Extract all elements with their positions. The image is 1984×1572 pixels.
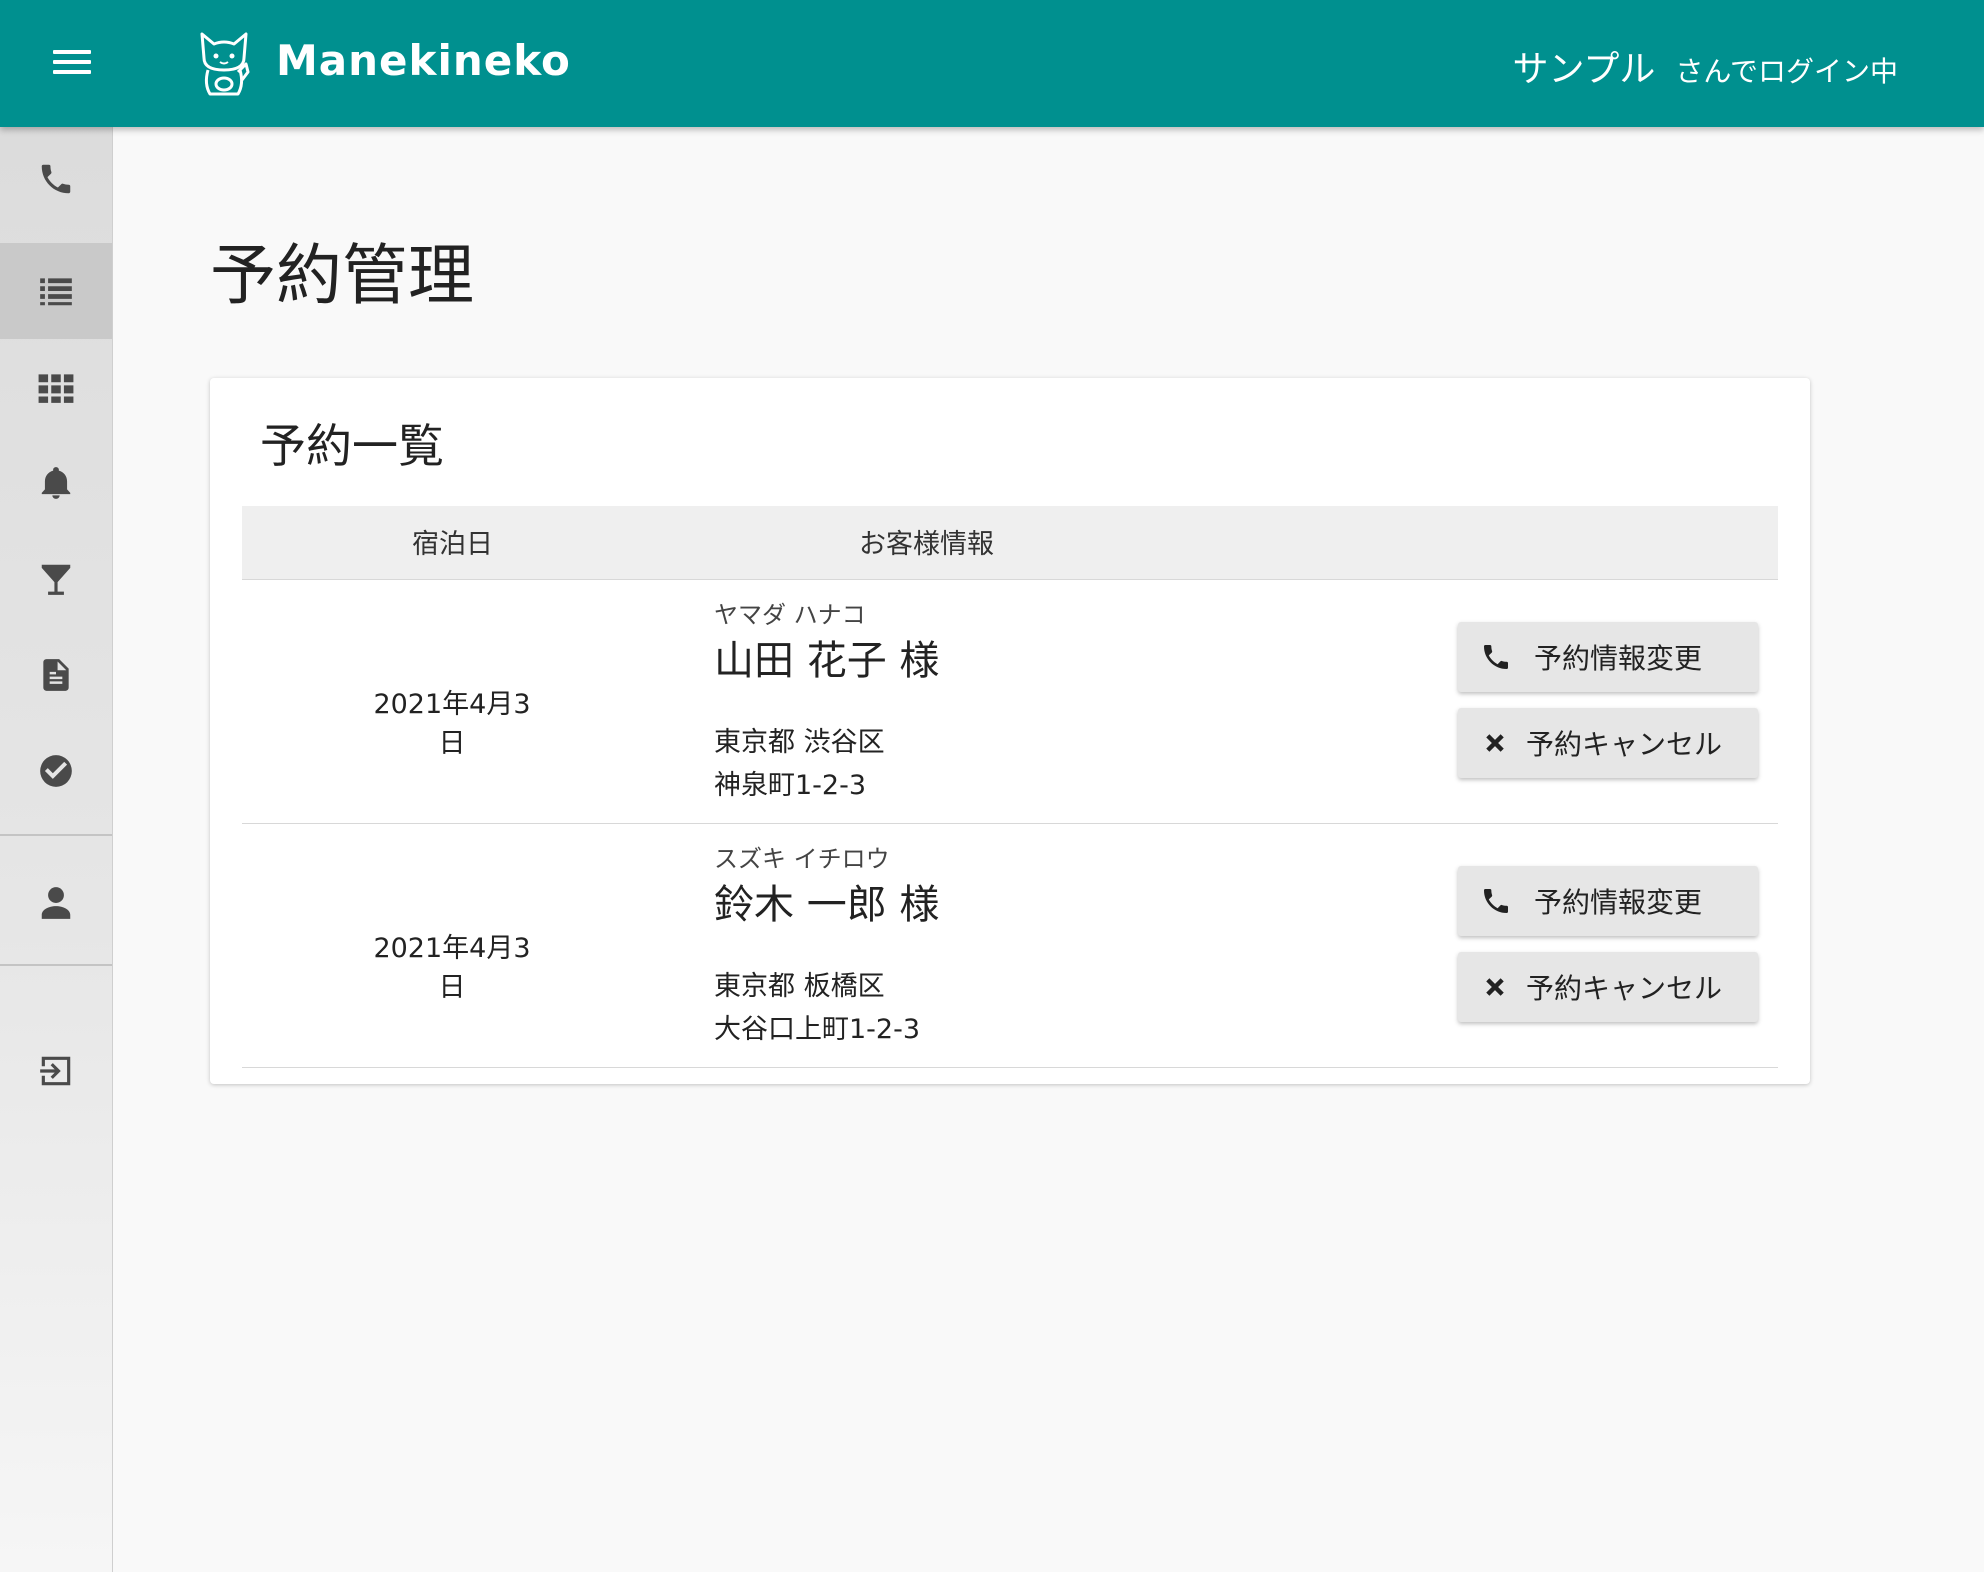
- card-title: 予約一覧: [260, 419, 444, 473]
- maneki-neko-logo-icon: [200, 32, 250, 96]
- brand-name[interactable]: Manekineko: [276, 36, 571, 85]
- guest-name: 鈴木 一郎 様: [714, 882, 940, 928]
- sidebar-item-list[interactable]: [0, 243, 112, 339]
- document-icon: [43, 659, 69, 691]
- phone-icon: [41, 164, 71, 194]
- cocktail-icon: [41, 564, 71, 595]
- logout-icon: [40, 1056, 71, 1086]
- guest-name-kana: スズキ イチロウ: [714, 845, 890, 873]
- user-icon: [41, 887, 71, 919]
- sidebar-divider: [0, 834, 112, 836]
- cancel-reservation-button[interactable]: 予約キャンセル: [1458, 952, 1758, 1022]
- app-bar: Manekineko サンプル さんでログイン中: [0, 0, 1984, 127]
- close-icon: [1486, 734, 1504, 752]
- bell-icon: [41, 467, 71, 499]
- change-reservation-label: 予約情報変更: [1534, 886, 1703, 919]
- sidebar-item-grid[interactable]: [0, 339, 112, 435]
- guest-name-kana: ヤマダ ハナコ: [714, 601, 866, 629]
- sidebar-item-account[interactable]: [0, 855, 112, 951]
- login-suffix: さんでログイン中: [1675, 55, 1898, 88]
- menu-icon[interactable]: [46, 44, 98, 84]
- cancel-reservation-button[interactable]: 予約キャンセル: [1458, 708, 1758, 778]
- reservation-list-card: 予約一覧 宿泊日 お客様情報 2021年4月3日 ヤマダ ハナコ 山田 花子 様…: [210, 378, 1810, 1084]
- change-reservation-label: 予約情報変更: [1534, 642, 1703, 675]
- guest-address-line2: 大谷口上町1-2-3: [714, 1014, 921, 1045]
- cancel-reservation-label: 予約キャンセル: [1526, 972, 1723, 1005]
- column-header-date: 宿泊日: [412, 529, 493, 560]
- phone-icon: [1484, 889, 1508, 913]
- phone-icon: [1484, 645, 1508, 669]
- change-reservation-button[interactable]: 予約情報変更: [1458, 622, 1758, 692]
- table-header: 宿泊日 お客様情報: [242, 506, 1778, 580]
- login-status: サンプル さんでログイン中: [1512, 40, 1898, 92]
- sidebar-item-documents[interactable]: [0, 627, 112, 723]
- grid-icon: [38, 374, 74, 403]
- sidebar-item-notifications[interactable]: [0, 435, 112, 531]
- guest-address-line1: 東京都 渋谷区: [714, 727, 885, 758]
- guest-name: 山田 花子 様: [714, 638, 940, 684]
- login-user-name: サンプル: [1512, 49, 1656, 90]
- close-icon: [1486, 978, 1504, 996]
- sidebar-item-bar[interactable]: [0, 531, 112, 627]
- sidebar: [0, 127, 113, 1572]
- sidebar-item-phone[interactable]: [0, 131, 112, 227]
- sidebar-divider: [0, 964, 112, 966]
- page-title: 予約管理: [210, 237, 474, 314]
- stay-date: 2021年4月3日: [373, 933, 531, 1003]
- cancel-reservation-label: 予約キャンセル: [1526, 728, 1723, 761]
- table-row: 2021年4月3日 スズキ イチロウ 鈴木 一郎 様 東京都 板橋区 大谷口上町…: [242, 824, 1778, 1068]
- sidebar-item-completed[interactable]: [0, 723, 112, 819]
- list-icon: [40, 278, 72, 306]
- table-row: 2021年4月3日 ヤマダ ハナコ 山田 花子 様 東京都 渋谷区 神泉町1-2…: [242, 580, 1778, 824]
- sidebar-item-logout[interactable]: [0, 1023, 112, 1119]
- column-header-guest: お客様情報: [859, 529, 994, 560]
- check-circle-icon: [40, 755, 72, 787]
- stay-date: 2021年4月3日: [373, 689, 531, 759]
- guest-address-line1: 東京都 板橋区: [714, 971, 885, 1002]
- guest-address-line2: 神泉町1-2-3: [714, 770, 867, 801]
- change-reservation-button[interactable]: 予約情報変更: [1458, 866, 1758, 936]
